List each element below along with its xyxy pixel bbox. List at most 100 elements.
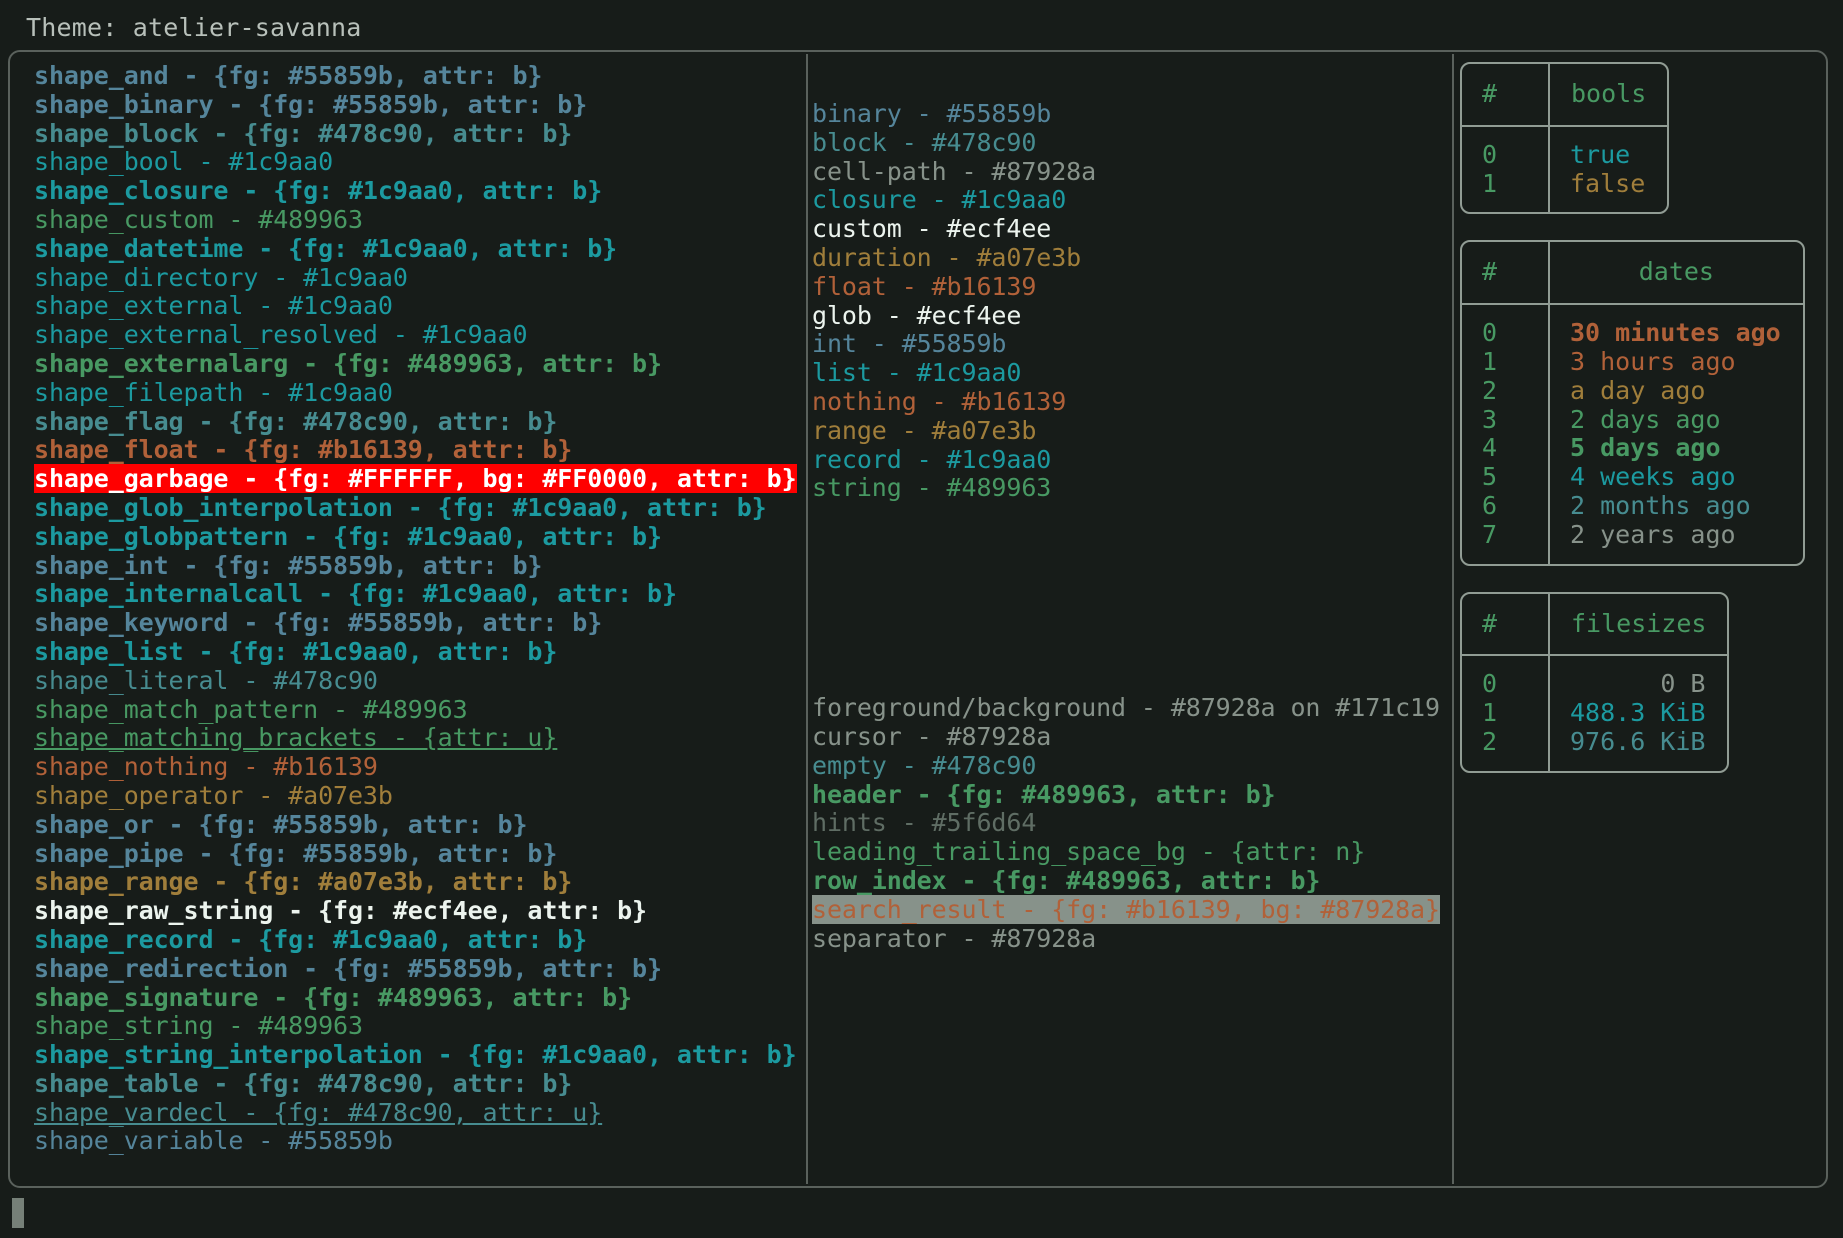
table-row: 1 488.3 KiB bbox=[1462, 698, 1727, 728]
shape-entry-line: shape_operator - #a07e3b bbox=[34, 780, 393, 810]
shape-entry-line: shape_vardecl - {fg: #478c90, attr: u} bbox=[34, 1097, 603, 1127]
table-row: 5 4 weeks ago bbox=[1462, 462, 1803, 492]
type-entry-line: block - #478c90 bbox=[812, 127, 1037, 157]
column-divider-1 bbox=[806, 54, 808, 1184]
row-index: 0 bbox=[1462, 304, 1550, 348]
row-index: 7 bbox=[1462, 520, 1550, 564]
shapes-column: shape_and - {fg: #55859b, attr: b} shape_… bbox=[34, 61, 797, 1156]
shape-entry-line: shape_signature - {fg: #489963, attr: b} bbox=[34, 982, 633, 1012]
table-row: 0 true bbox=[1462, 125, 1667, 170]
terminal-theme-preview: Theme: atelier-savanna shape_and - {fg: … bbox=[0, 0, 1843, 1238]
type-entry-line: range - #a07e3b bbox=[812, 415, 1037, 445]
shape-entry-line: shape_filepath - #1c9aa0 bbox=[34, 377, 393, 407]
ui-element-entry-line: leading_trailing_space_bg - {attr: n} bbox=[812, 837, 1366, 867]
terminal-cursor bbox=[12, 1198, 24, 1228]
column-divider-2 bbox=[1452, 54, 1454, 1184]
shape-entry-line: shape_glob_interpolation - {fg: #1c9aa0,… bbox=[34, 492, 767, 522]
ui-element-entry-line: separator - #87928a bbox=[812, 923, 1097, 953]
ui-element-entry-line: empty - #478c90 bbox=[812, 750, 1037, 780]
shape-entry-line: shape_closure - {fg: #1c9aa0, attr: b} bbox=[34, 176, 603, 206]
ui-element-entry-line: search_result - {fg: #b16139, bg: #87928… bbox=[812, 894, 1440, 924]
table-header-row: # filesizes bbox=[1462, 593, 1728, 657]
column-header-index: # bbox=[1462, 242, 1550, 306]
table-header-row: # dates bbox=[1462, 242, 1803, 306]
page-title: Theme: atelier-savanna bbox=[26, 13, 362, 42]
shape-entry-line: shape_internalcall - {fg: #1c9aa0, attr:… bbox=[34, 579, 677, 609]
cell-dates: 3 hours ago bbox=[1570, 346, 1736, 376]
row-index: 1 bbox=[1462, 347, 1550, 377]
cell-filesizes: 976.6 KiB bbox=[1570, 726, 1706, 756]
table-row: 4 5 days ago bbox=[1462, 433, 1803, 464]
row-index: 2 bbox=[1462, 376, 1550, 406]
cell-dates: 2 years ago bbox=[1570, 519, 1736, 549]
table-header-row: # bools bbox=[1462, 64, 1668, 127]
shape-entry-line: shape_raw_string - {fg: #ecf4ee, attr: b… bbox=[34, 896, 648, 926]
shape-entry-line: shape_int - {fg: #55859b, attr: b} bbox=[34, 550, 543, 580]
type-entry-line: nothing - #b16139 bbox=[812, 386, 1067, 416]
type-entry-line: custom - #ecf4ee bbox=[812, 214, 1052, 244]
row-index: 3 bbox=[1462, 405, 1550, 435]
type-entry-line: closure - #1c9aa0 bbox=[812, 185, 1067, 215]
shape-entry-line: shape_nothing - #b16139 bbox=[34, 752, 378, 782]
shape-entry-line: shape_externalarg - {fg: #489963, attr: … bbox=[34, 348, 662, 378]
cell-dates: 2 months ago bbox=[1570, 490, 1751, 520]
ui-element-entry-line: foreground/background - #87928a on #171c… bbox=[812, 693, 1440, 723]
column-header-index: # bbox=[1462, 64, 1550, 127]
ui-element-entry-line: hints - #5f6d64 bbox=[812, 808, 1037, 838]
ui-element-entry-line: cursor - #87928a bbox=[812, 721, 1052, 751]
table-row: 2 a day ago bbox=[1462, 375, 1803, 406]
row-index: 0 bbox=[1462, 125, 1550, 170]
shape-entry-line: shape_table - {fg: #478c90, attr: b} bbox=[34, 1068, 573, 1098]
shape-entry-line: shape_literal - #478c90 bbox=[34, 665, 378, 695]
cell-dates: 2 days ago bbox=[1570, 404, 1721, 434]
shape-entry-line: shape_variable - #55859b bbox=[34, 1126, 393, 1156]
type-entry-line: float - #b16139 bbox=[812, 271, 1037, 301]
shape-entry-line: shape_matching_brackets - {attr: u} bbox=[34, 723, 558, 753]
shape-entry-line: shape_range - {fg: #a07e3b, attr: b} bbox=[34, 867, 573, 897]
row-index: 6 bbox=[1462, 491, 1550, 521]
cell-dates: 4 weeks ago bbox=[1570, 462, 1736, 492]
column-header-filesizes: filesizes bbox=[1549, 593, 1728, 657]
row-index: 1 bbox=[1462, 169, 1550, 213]
type-entry-line: glob - #ecf4ee bbox=[812, 300, 1022, 330]
shape-entry-line: shape_pipe - {fg: #55859b, attr: b} bbox=[34, 838, 558, 868]
type-entry-line: binary - #55859b bbox=[812, 99, 1052, 128]
shape-entry-line: shape_redirection - {fg: #55859b, attr: … bbox=[34, 953, 662, 983]
ui-element-entry-line: header - {fg: #489963, attr: b} bbox=[812, 779, 1276, 809]
column-header-index: # bbox=[1462, 593, 1550, 657]
shape-entry-line: shape_external - #1c9aa0 bbox=[34, 291, 393, 321]
types-list: binary - #55859b block - #478c90 cell-path… bbox=[812, 99, 1442, 503]
table-row: 1 false bbox=[1462, 169, 1667, 213]
shape-entry-line: shape_block - {fg: #478c90, attr: b} bbox=[34, 118, 573, 148]
cell-filesizes: 488.3 KiB bbox=[1570, 698, 1706, 728]
row-index: 0 bbox=[1462, 655, 1550, 700]
table-filesizes: # filesizes 0 0 B 1 488.3 KiB 2 976.6 KiB bbox=[1460, 591, 1730, 773]
shape-entry-line: shape_string_interpolation - {fg: #1c9aa… bbox=[34, 1040, 797, 1070]
table-row: 0 30 minutes ago bbox=[1462, 304, 1803, 348]
cell-bools: true bbox=[1570, 139, 1631, 169]
tables-column: # bools 0 true 1 false # dates 0 30 minutes ago 1 3… bbox=[1460, 62, 1820, 799]
row-index: 5 bbox=[1462, 462, 1550, 492]
ui-elements-list: foreground/background - #87928a on #171c… bbox=[812, 693, 1442, 953]
cell-filesizes: 0 B bbox=[1660, 669, 1706, 699]
table-row: 2 976.6 KiB bbox=[1462, 726, 1727, 771]
column-header-dates: dates bbox=[1549, 242, 1803, 306]
shape-entry-line: shape_keyword - {fg: #55859b, attr: b} bbox=[34, 608, 603, 638]
shape-entry-line: shape_garbage - {fg: #FFFFFF, bg: #FF000… bbox=[34, 464, 797, 494]
shape-entry-line: shape_record - {fg: #1c9aa0, attr: b} bbox=[34, 924, 588, 954]
type-entry-line: duration - #a07e3b bbox=[812, 242, 1082, 272]
shape-entry-line: shape_match_pattern - #489963 bbox=[34, 694, 468, 724]
shape-entry-line: shape_bool - #1c9aa0 bbox=[34, 147, 334, 177]
column-header-bools: bools bbox=[1549, 64, 1668, 127]
shape-entry-line: shape_or - {fg: #55859b, attr: b} bbox=[34, 809, 528, 839]
cell-dates: 5 days ago bbox=[1570, 433, 1721, 463]
cell-dates: a day ago bbox=[1570, 375, 1706, 405]
shape-entry-line: shape_float - {fg: #b16139, attr: b} bbox=[34, 435, 573, 465]
shape-entry-line: shape_binary - {fg: #55859b, attr: b} bbox=[34, 89, 588, 119]
type-entry-line: int - #55859b bbox=[812, 329, 1007, 359]
shape-entry-line: shape_list - {fg: #1c9aa0, attr: b} bbox=[34, 636, 558, 666]
table-row: 3 2 days ago bbox=[1462, 404, 1803, 435]
shape-entry-line: shape_custom - #489963 bbox=[34, 204, 363, 234]
row-index: 4 bbox=[1462, 434, 1550, 464]
cell-dates: 30 minutes ago bbox=[1570, 318, 1781, 348]
